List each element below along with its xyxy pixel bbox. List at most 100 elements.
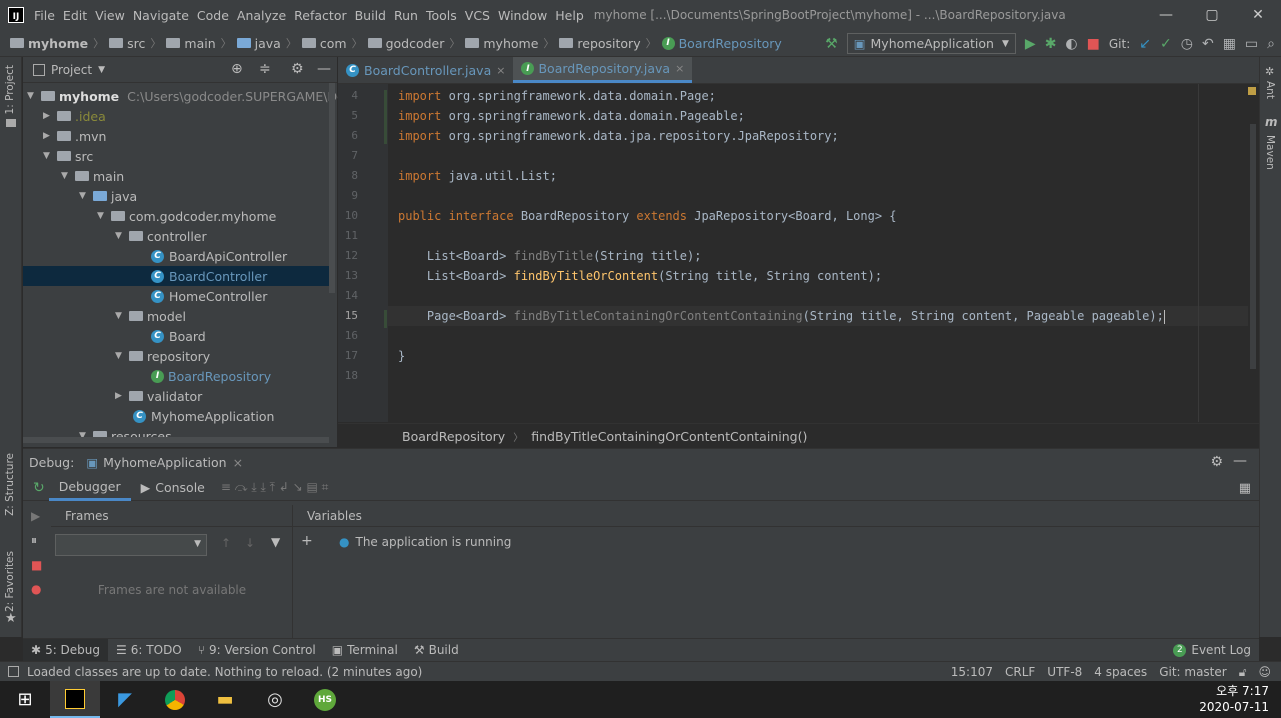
- breadcrumb-boardrepository[interactable]: I BoardRepository: [661, 36, 782, 51]
- menu-file[interactable]: File: [34, 8, 55, 23]
- tab-boardcontroller[interactable]: C BoardController.java ×: [338, 57, 513, 83]
- tree-node-package[interactable]: ▼ com.godcoder.myhome: [97, 206, 276, 226]
- vertical-scrollbar[interactable]: [329, 83, 335, 293]
- editor-scrollbar[interactable]: [1250, 124, 1256, 369]
- git-rollback-icon[interactable]: ↶: [1202, 36, 1214, 52]
- tool-tab-terminal[interactable]: ▣ Terminal: [324, 639, 406, 662]
- code-editor[interactable]: import org.springframework.data.domain.P…: [388, 84, 1258, 422]
- close-tab-icon[interactable]: ×: [675, 62, 684, 75]
- git-commit-icon[interactable]: ✓: [1160, 36, 1172, 52]
- breadcrumb-godcoder[interactable]: godcoder: [367, 36, 444, 51]
- menu-help[interactable]: Help: [555, 8, 584, 23]
- tree-node-model[interactable]: ▼ model: [115, 306, 186, 326]
- close-session-icon[interactable]: ×: [233, 455, 243, 470]
- toggle-tool-windows-icon[interactable]: [8, 666, 19, 677]
- menu-refactor[interactable]: Refactor: [294, 8, 346, 23]
- breadcrumb-repository[interactable]: repository: [559, 36, 641, 51]
- stop-icon[interactable]: ■: [1087, 36, 1100, 52]
- vscode-taskbar-icon[interactable]: ◤: [100, 681, 150, 718]
- windows-start-icon[interactable]: ⊞: [0, 681, 50, 718]
- minimize-button[interactable]: —: [1143, 0, 1189, 30]
- add-watch-icon[interactable]: +: [301, 533, 313, 549]
- layout-icon[interactable]: ▦: [1239, 481, 1251, 496]
- breadcrumb-method[interactable]: findByTitleContainingOrContentContaining…: [531, 429, 807, 444]
- menu-tools[interactable]: Tools: [426, 8, 457, 23]
- intellij-taskbar-icon[interactable]: [50, 681, 100, 718]
- tree-node-mvn[interactable]: ▶ .mvn: [43, 126, 106, 146]
- tree-node-myhomeapplication[interactable]: C MyhomeApplication: [133, 406, 274, 426]
- menu-navigate[interactable]: Navigate: [133, 8, 189, 23]
- inspection-status-icon[interactable]: [1248, 87, 1256, 95]
- ant-tool-button[interactable]: Ant: [1264, 81, 1276, 99]
- breadcrumb-src[interactable]: src: [109, 36, 145, 51]
- indent-setting[interactable]: 4 spaces: [1094, 665, 1147, 679]
- tree-node-resources[interactable]: ▼ resources: [79, 426, 172, 446]
- line-separator[interactable]: CRLF: [1005, 665, 1035, 679]
- tree-node-main[interactable]: ▼ main: [61, 166, 124, 186]
- project-view-title[interactable]: Project: [51, 63, 92, 77]
- filter-icon[interactable]: ▼: [271, 535, 280, 549]
- menu-code[interactable]: Code: [197, 8, 229, 23]
- git-history-icon[interactable]: ◷: [1181, 36, 1193, 52]
- event-log-button[interactable]: 2 Event Log: [1165, 639, 1259, 662]
- tool-tab-todo[interactable]: ☰ 6: TODO: [108, 639, 190, 662]
- stop-icon[interactable]: ■: [31, 558, 51, 572]
- chevron-down-icon[interactable]: ▼: [98, 65, 105, 75]
- system-clock[interactable]: 오후 7:17 2020-07-11: [1199, 683, 1269, 715]
- menu-build[interactable]: Build: [355, 8, 386, 23]
- github-taskbar-icon[interactable]: ◎: [250, 681, 300, 718]
- breadcrumb-myhome[interactable]: myhome: [10, 36, 88, 51]
- tree-node-homecontroller[interactable]: C HomeController: [151, 286, 267, 306]
- project-tool-button[interactable]: 1: Project: [4, 65, 16, 114]
- step-over-icon[interactable]: ≡ ⤼ ⤓ ⤓ ⤒ ↲ ↘ ▤ ⌗: [221, 480, 329, 495]
- breadcrumb-com[interactable]: com: [301, 36, 347, 51]
- hide-panel-icon[interactable]: —: [1233, 453, 1247, 469]
- breadcrumb-java[interactable]: java: [236, 36, 281, 51]
- hs-taskbar-icon[interactable]: HS: [300, 681, 350, 718]
- locate-icon[interactable]: ⊕: [231, 61, 243, 77]
- tool-tab-build[interactable]: ⚒ Build: [406, 639, 467, 662]
- breakpoints-icon[interactable]: ●: [31, 582, 51, 596]
- tree-node-idea[interactable]: ▶ .idea: [43, 106, 106, 126]
- resume-icon[interactable]: ▶: [31, 509, 51, 523]
- git-update-icon[interactable]: ↙: [1139, 36, 1151, 52]
- menu-analyze[interactable]: Analyze: [237, 8, 286, 23]
- favorites-tool-button[interactable]: 2: Favorites: [4, 551, 16, 612]
- structure-tool-button[interactable]: Z: Structure: [4, 453, 16, 516]
- breadcrumb-main[interactable]: main: [166, 36, 216, 51]
- tree-node-boardcontroller[interactable]: C BoardController: [23, 266, 329, 286]
- pause-icon[interactable]: ⏸: [31, 533, 51, 548]
- menu-vcs[interactable]: VCS: [465, 8, 490, 23]
- maximize-button[interactable]: ▢: [1189, 0, 1235, 30]
- breadcrumb-class[interactable]: BoardRepository: [402, 429, 505, 444]
- up-icon[interactable]: ↑: [221, 536, 231, 550]
- thread-select[interactable]: ▼: [55, 534, 207, 556]
- project-structure-icon[interactable]: ▦: [1223, 36, 1236, 52]
- menu-window[interactable]: Window: [498, 8, 547, 23]
- tree-node-java[interactable]: ▼ java: [79, 186, 137, 206]
- close-window-button[interactable]: ✕: [1235, 0, 1281, 30]
- gear-icon[interactable]: ⚙: [291, 61, 304, 77]
- coverage-icon[interactable]: ◐: [1065, 36, 1077, 52]
- run-configuration-select[interactable]: ▣ MyhomeApplication ▼: [846, 33, 1016, 54]
- tab-boardrepository[interactable]: I BoardRepository.java ×: [513, 57, 693, 83]
- tree-node-myhome[interactable]: ▼ myhome C:\Users\godcoder.SUPERGAME\Doc: [27, 86, 352, 106]
- menu-view[interactable]: View: [95, 8, 125, 23]
- file-encoding[interactable]: UTF-8: [1047, 665, 1082, 679]
- git-branch[interactable]: Git: master: [1159, 665, 1227, 679]
- hide-panel-icon[interactable]: —: [317, 61, 331, 77]
- terminal-layout-icon[interactable]: ▭: [1245, 36, 1258, 52]
- horizontal-scrollbar[interactable]: [23, 437, 329, 443]
- tool-tab-debug[interactable]: ✱ 5: Debug: [23, 638, 109, 662]
- tab-console[interactable]: ▶ Console: [131, 475, 215, 501]
- inspector-icon[interactable]: ☺: [1258, 665, 1271, 679]
- menu-edit[interactable]: Edit: [63, 8, 87, 23]
- tree-node-boardapicontroller[interactable]: C BoardApiController: [151, 246, 287, 266]
- caret-position[interactable]: 15:107: [951, 665, 993, 679]
- chrome-taskbar-icon[interactable]: [150, 681, 200, 718]
- tree-node-controller[interactable]: ▼ controller: [115, 226, 207, 246]
- tool-tab-version-control[interactable]: ⑂ 9: Version Control: [190, 639, 324, 662]
- close-tab-icon[interactable]: ×: [496, 64, 505, 77]
- tree-node-repository[interactable]: ▼ repository: [115, 346, 210, 366]
- run-icon[interactable]: ▶: [1025, 36, 1036, 52]
